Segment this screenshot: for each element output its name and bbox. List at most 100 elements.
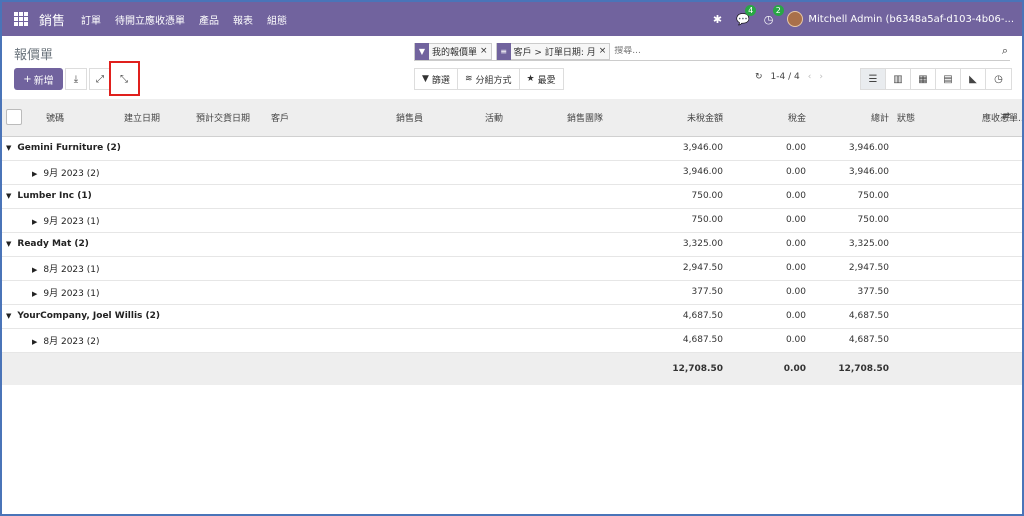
subgroup-row[interactable]: 8月 2023 (2) 4,687.50 0.00 4,687.50 xyxy=(2,328,1022,353)
column-salesperson[interactable]: 銷售員 xyxy=(347,99,427,136)
apps-menu-icon[interactable] xyxy=(14,12,28,26)
calendar-view-icon[interactable]: ▦ xyxy=(911,69,936,89)
user-name: Mitchell Admin (b6348a5af-d103-4b06-... xyxy=(808,13,1014,25)
quotations-table: 號碼 建立日期 預計交貨日期 客戶 銷售員 活動 銷售團隊 未稅金額 稅金 總計… xyxy=(2,99,1022,385)
subgroup-total: 750.00 xyxy=(810,208,893,233)
menu-item-orders[interactable]: 訂單 xyxy=(81,12,101,27)
select-all-checkbox[interactable] xyxy=(2,99,42,136)
search-panel-toggles: ▼ 篩選 ≋ 分組方式 ★ 最愛 xyxy=(414,68,564,90)
column-delivery-date[interactable]: 預計交貨日期 xyxy=(192,99,267,136)
caret-right-icon xyxy=(32,337,43,347)
caret-down-icon xyxy=(6,143,17,153)
subgroup-label: 8月 2023 (2) xyxy=(43,336,100,347)
list-view: 號碼 建立日期 預計交貨日期 客戶 銷售員 活動 銷售團隊 未稅金額 稅金 總計… xyxy=(2,99,1022,385)
subgroup-row[interactable]: 8月 2023 (1) 2,947.50 0.00 2,947.50 xyxy=(2,256,1022,281)
user-menu[interactable]: Mitchell Admin (b6348a5af-d103-4b06-... xyxy=(787,11,1014,27)
view-switcher: ☰ ▥ ▦ ▤ ◣ ◷ xyxy=(860,68,1012,90)
column-status[interactable]: 狀態 xyxy=(893,99,978,136)
pager-value[interactable]: 1-4 / 4 xyxy=(771,72,800,82)
group-total: 3,325.00 xyxy=(810,232,893,257)
close-icon[interactable]: × xyxy=(480,46,491,56)
column-activities[interactable]: 活動 xyxy=(427,99,507,136)
expand-button[interactable]: ⤢ xyxy=(89,68,111,90)
filter-icon: ▼ xyxy=(422,74,429,84)
menu-item-reporting[interactable]: 報表 xyxy=(233,12,253,27)
subgroup-tax: 0.00 xyxy=(727,328,810,353)
activities-badge: 2 xyxy=(772,4,784,16)
group-total: 4,687.50 xyxy=(810,304,893,329)
column-number[interactable]: 號碼 xyxy=(42,99,120,136)
chevron-right-icon[interactable]: › xyxy=(819,72,823,82)
top-navbar: 銷售 訂單 待開立應收憑單 產品 報表 組態 ✱ 💬 4 ◷ 2 Mitchell … xyxy=(2,2,1022,36)
subgroup-row[interactable]: 9月 2023 (2) 3,946.00 0.00 3,946.00 xyxy=(2,160,1022,185)
graph-view-icon[interactable]: ◣ xyxy=(961,69,986,89)
filters-label: 篩選 xyxy=(431,75,450,86)
new-button-label: 新增 xyxy=(33,75,54,87)
filters-toggle[interactable]: ▼ 篩選 xyxy=(415,69,458,89)
subgroup-tax: 0.00 xyxy=(727,280,810,305)
plus-icon: + xyxy=(23,73,32,85)
group-total: 3,946.00 xyxy=(810,136,893,161)
close-icon[interactable]: × xyxy=(599,46,610,56)
column-creation-date[interactable]: 建立日期 xyxy=(120,99,192,136)
layers-icon: ≋ xyxy=(464,74,473,84)
star-icon: ★ xyxy=(526,74,535,84)
subgroup-label: 8月 2023 (1) xyxy=(43,264,100,275)
favorites-label: 最愛 xyxy=(537,75,556,86)
layers-icon: ≡ xyxy=(496,42,511,60)
search-input[interactable] xyxy=(614,46,955,56)
download-button[interactable]: ⤓ xyxy=(65,68,87,90)
subgroup-tax: 0.00 xyxy=(727,160,810,185)
app-brand[interactable]: 銷售 xyxy=(39,10,65,29)
group-tax: 0.00 xyxy=(727,232,810,257)
group-label: Gemini Furniture (2) xyxy=(17,143,121,153)
group-row[interactable]: Ready Mat (2) 3,325.00 0.00 3,325.00 xyxy=(2,232,1022,257)
highlight-box xyxy=(109,61,140,96)
new-button[interactable]: + 新增 xyxy=(14,68,63,90)
search-icon[interactable]: ⌕ xyxy=(1002,44,1008,58)
pivot-view-icon[interactable]: ▤ xyxy=(936,69,961,89)
column-customer[interactable]: 客戶 xyxy=(267,99,347,136)
subgroup-untaxed: 750.00 xyxy=(607,208,727,233)
total-total: 12,708.50 xyxy=(838,363,889,374)
search-bar: ▼ 我的報價單 × ≡ 客戶 > 訂單日期: 月 × ⌕ xyxy=(414,42,1010,61)
activity-view-icon[interactable]: ◷ xyxy=(986,69,1011,89)
subgroup-row[interactable]: 9月 2023 (1) 750.00 0.00 750.00 xyxy=(2,208,1022,233)
activities-clock-icon[interactable]: ◷ 2 xyxy=(764,4,784,26)
group-row[interactable]: YourCompany, Joel Willis (2) 4,687.50 0.… xyxy=(2,304,1022,329)
menu-item-configuration[interactable]: 組態 xyxy=(267,12,287,27)
total-tax: 0.00 xyxy=(783,363,806,374)
filter-icon: ▼ xyxy=(415,42,429,60)
facet-label: 我的報價單 xyxy=(432,47,478,58)
refresh-icon[interactable]: ↻ xyxy=(755,72,763,82)
total-untaxed: 12,708.50 xyxy=(672,363,723,374)
column-invoice-status[interactable]: 應收憑單... xyxy=(978,99,1022,136)
table-header: 號碼 建立日期 預計交貨日期 客戶 銷售員 活動 銷售團隊 未稅金額 稅金 總計… xyxy=(2,99,1022,136)
group-label: YourCompany, Joel Willis (2) xyxy=(17,311,161,321)
column-total[interactable]: 總計 xyxy=(810,99,893,136)
menu-item-to-invoice[interactable]: 待開立應收憑單 xyxy=(115,12,185,27)
systray: ✱ 💬 4 ◷ 2 Mitchell Admin (b6348a5af-d103-4… xyxy=(713,2,1014,36)
kanban-view-icon[interactable]: ▥ xyxy=(886,69,911,89)
subgroup-row[interactable]: 9月 2023 (1) 377.50 0.00 377.50 xyxy=(2,280,1022,305)
column-taxes[interactable]: 稅金 xyxy=(727,99,810,136)
optional-columns-icon[interactable]: ⇄ xyxy=(1002,111,1010,122)
group-row[interactable]: Lumber Inc (1) 750.00 0.00 750.00 xyxy=(2,184,1022,209)
column-untaxed[interactable]: 未稅金額 xyxy=(607,99,727,136)
group-untaxed: 750.00 xyxy=(607,184,727,209)
subgroup-tax: 0.00 xyxy=(727,208,810,233)
bug-icon[interactable]: ✱ xyxy=(713,13,722,26)
favorites-toggle[interactable]: ★ 最愛 xyxy=(520,69,563,89)
messages-icon[interactable]: 💬 4 xyxy=(736,4,757,26)
group-by-toggle[interactable]: ≋ 分組方式 xyxy=(458,69,520,89)
subgroup-total: 3,946.00 xyxy=(810,160,893,185)
group-total: 750.00 xyxy=(810,184,893,209)
main-menu: 訂單 待開立應收憑單 產品 報表 組態 xyxy=(81,12,287,27)
chevron-left-icon[interactable]: ‹ xyxy=(808,72,812,82)
column-sales-team[interactable]: 銷售團隊 xyxy=(507,99,607,136)
list-view-icon[interactable]: ☰ xyxy=(861,69,886,89)
subgroup-label: 9月 2023 (1) xyxy=(43,288,100,299)
menu-item-products[interactable]: 產品 xyxy=(199,12,219,27)
group-row[interactable]: Gemini Furniture (2) 3,946.00 0.00 3,946… xyxy=(2,136,1022,161)
page-title[interactable]: 報價單 xyxy=(14,44,53,63)
